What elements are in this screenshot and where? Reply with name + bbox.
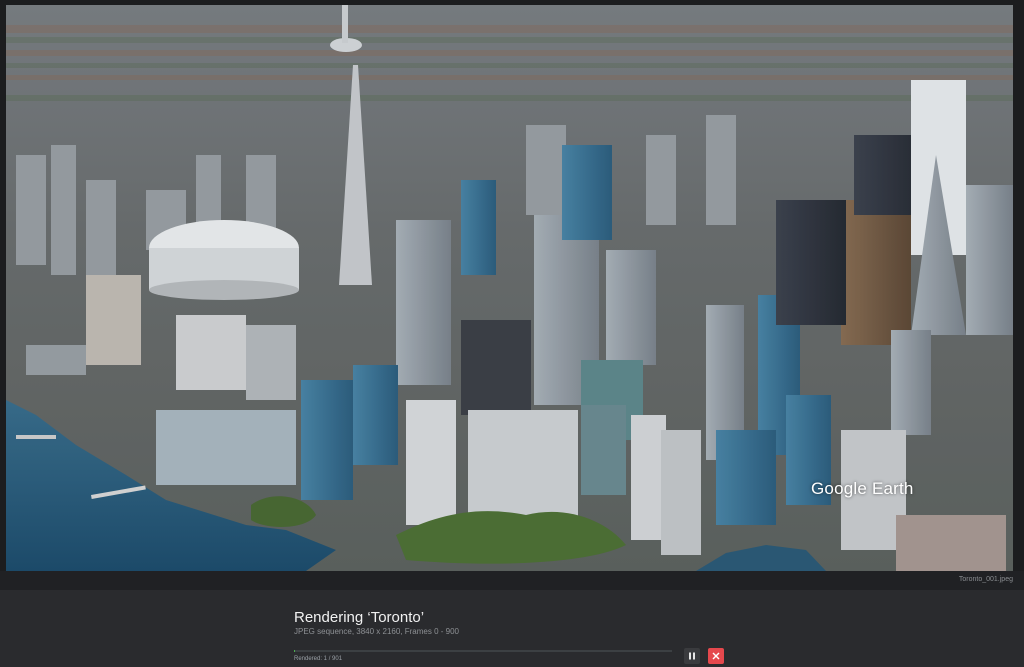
close-icon — [712, 652, 720, 660]
pause-button[interactable] — [684, 648, 700, 664]
render-subtitle: JPEG sequence, 3840 x 2160, Frames 0 - 9… — [294, 627, 459, 636]
preview-filename: Toronto_001.jpeg — [958, 576, 1013, 583]
google-earth-watermark: Google Earth — [811, 479, 914, 498]
render-progress-bar — [294, 650, 672, 652]
render-panel — [0, 590, 1024, 667]
preview-footer-strip — [0, 571, 1024, 590]
preview-viewport: Google Earth — [6, 5, 1013, 571]
pause-icon — [689, 652, 695, 660]
render-title: Rendering ‘Toronto’ — [294, 609, 425, 626]
render-status: Rendered: 1 / 901 — [294, 656, 343, 662]
cancel-button[interactable] — [708, 648, 724, 664]
